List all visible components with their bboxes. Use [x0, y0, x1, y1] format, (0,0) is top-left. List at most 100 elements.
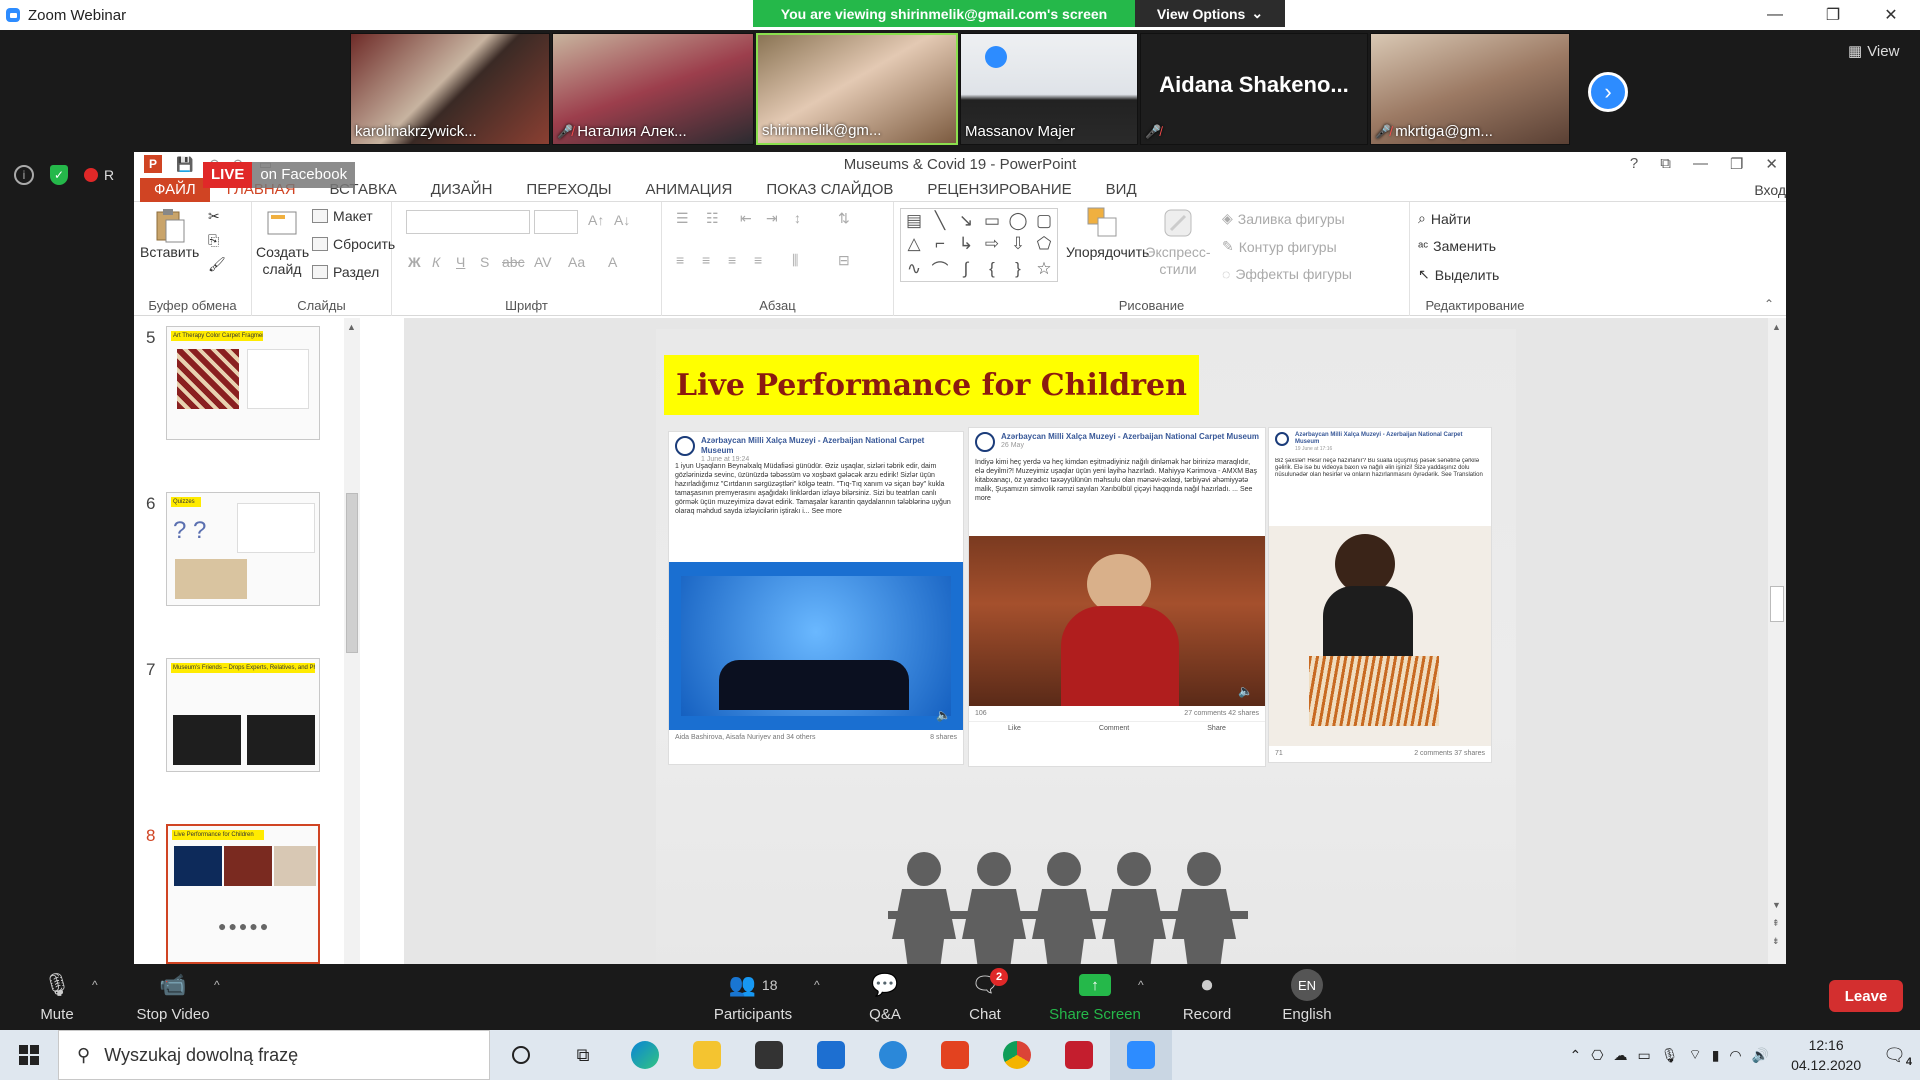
volume-icon[interactable]: 🔊 — [1752, 1047, 1769, 1064]
char-spacing-icon[interactable]: AV — [534, 254, 552, 270]
help-button[interactable]: ? — [1630, 155, 1638, 173]
store-icon[interactable] — [738, 1030, 800, 1080]
scroll-up-icon[interactable]: ▲ — [1772, 322, 1781, 332]
align-right-icon[interactable]: ≡ — [728, 252, 736, 268]
grow-font-icon[interactable]: A↑ — [588, 212, 604, 228]
slide-title[interactable]: Live Performance for Children — [664, 355, 1199, 415]
curve-shape-icon[interactable]: ∿ — [901, 256, 927, 281]
scrollbar-thumb[interactable] — [346, 493, 358, 653]
usb-icon[interactable]: ⎔ — [1591, 1047, 1603, 1064]
text-direction-icon[interactable]: ⇅ — [838, 210, 850, 227]
participant-video-tile[interactable]: 🎤̸ mkrtiga@gm... — [1370, 33, 1570, 145]
elbow-connector-icon[interactable]: ⌐ — [927, 233, 953, 257]
star-shape-icon[interactable]: ☆ — [1031, 256, 1057, 281]
participant-video-tile[interactable]: Aidana Shakeno... 🎤̸ — [1140, 33, 1368, 145]
onedrive-icon[interactable]: ☁ — [1614, 1047, 1628, 1064]
audio-options-caret-icon[interactable]: ^ — [92, 978, 98, 992]
meet-now-icon[interactable]: ▭ — [1638, 1047, 1651, 1064]
shape-outline-button[interactable]: ✎ Контур фигуры — [1222, 238, 1337, 255]
select-button[interactable]: ↖ Выделить — [1418, 266, 1499, 283]
leave-button[interactable]: Leave — [1829, 980, 1903, 1012]
slide-canvas[interactable]: Live Performance for Children Azərbaycan… — [656, 329, 1516, 964]
shapes-gallery[interactable]: ▤ ╲ ↘ ▭ ◯ ▢ △ ⌐ ↳ ⇨ ⇩ ⬠ ∿ ⌒ ∫{} ☆ — [900, 208, 1058, 282]
network-icon[interactable]: ⌔ — [1689, 1046, 1702, 1064]
zoom-taskbar-icon[interactable] — [1110, 1030, 1172, 1080]
slide-thumbnail[interactable]: Art Therapy Color Carpet Fragment — [166, 326, 320, 440]
right-brace-icon[interactable]: } — [1005, 256, 1031, 281]
section-button[interactable]: Раздел — [312, 264, 379, 280]
numbering-icon[interactable]: ☷ — [706, 210, 719, 227]
share-screen-button[interactable]: ↑ Share Screen — [1040, 970, 1150, 1023]
bent-arrow-icon[interactable]: ↳ — [953, 233, 979, 257]
decrease-indent-icon[interactable]: ⇤ — [740, 210, 752, 227]
scrollbar-thumb[interactable] — [1770, 586, 1784, 622]
sign-in-link[interactable]: Вход — [1754, 182, 1786, 198]
justify-icon[interactable]: ≡ — [754, 252, 762, 268]
columns-icon[interactable]: ⫼ — [792, 252, 798, 269]
align-center-icon[interactable]: ≡ — [702, 252, 710, 268]
start-button[interactable] — [0, 1030, 58, 1080]
video-options-caret-icon[interactable]: ^ — [214, 978, 220, 992]
arc-shape-icon[interactable]: ⌒ — [927, 256, 953, 281]
next-slide-icon[interactable]: ⇟ — [1772, 936, 1780, 947]
shrink-font-icon[interactable]: A↓ — [614, 212, 630, 228]
cortana-icon[interactable] — [490, 1030, 552, 1080]
restore-button[interactable]: ❐ — [1730, 155, 1743, 173]
minimize-button[interactable]: — — [1693, 155, 1708, 173]
underline-icon[interactable]: Ч — [456, 254, 465, 270]
close-button[interactable]: ✕ — [1765, 155, 1778, 173]
restore-button[interactable]: ❐ — [1804, 0, 1862, 30]
oval-shape-icon[interactable]: ◯ — [1005, 209, 1031, 233]
record-button[interactable]: ⏺ Record — [1152, 970, 1262, 1023]
layout-button[interactable]: Макет — [312, 208, 373, 224]
align-left-icon[interactable]: ≡ — [676, 252, 684, 268]
taskbar-search-input[interactable]: ⚲ Wyszukaj dowolną frazę — [58, 1030, 490, 1080]
scroll-up-icon[interactable]: ▲ — [347, 322, 356, 332]
wifi-icon[interactable]: ◠ — [1729, 1047, 1741, 1064]
microphone-icon[interactable]: 🎙 — [1661, 1047, 1679, 1064]
show-hidden-icons-icon[interactable]: ⌃ — [1570, 1047, 1582, 1064]
chrome-icon[interactable] — [986, 1030, 1048, 1080]
textbox-shape-icon[interactable]: ▤ — [901, 209, 927, 233]
font-family-select[interactable] — [406, 210, 530, 234]
slide-thumbnail-selected[interactable]: Live Performance for Children ●●●●● — [166, 824, 320, 964]
security-shield-icon[interactable]: ✓ — [50, 165, 68, 185]
down-arrow-shape-icon[interactable]: ⇩ — [1005, 233, 1031, 257]
new-slide-button[interactable]: Создать слайд — [256, 206, 309, 278]
task-view-icon[interactable]: ⧉ — [552, 1030, 614, 1080]
view-button[interactable]: ▦ View — [1848, 42, 1899, 61]
font-size-select[interactable] — [534, 210, 578, 234]
minimize-button[interactable]: — — [1746, 0, 1804, 30]
font-color-icon[interactable]: A — [608, 254, 617, 270]
reset-button[interactable]: Сбросить — [312, 236, 395, 252]
italic-icon[interactable]: К — [432, 254, 440, 270]
language-button[interactable]: EN English — [1252, 969, 1362, 1023]
tab-animations[interactable]: АНИМАЦИЯ — [629, 178, 750, 202]
close-button[interactable]: ✕ — [1862, 0, 1920, 30]
freeform-shape-icon[interactable]: ∫ — [953, 256, 979, 281]
collapse-ribbon-icon[interactable]: ⌃ — [1764, 297, 1774, 311]
battery-icon[interactable]: ▮ — [1712, 1047, 1720, 1064]
participant-video-tile[interactable]: karolinakrzywick... — [350, 33, 550, 145]
left-brace-icon[interactable]: { — [979, 256, 1005, 281]
stop-video-button[interactable]: 📹 Stop Video — [118, 970, 228, 1023]
info-icon[interactable]: i — [14, 165, 34, 185]
share-options-caret-icon[interactable]: ^ — [1138, 978, 1144, 992]
participants-options-caret-icon[interactable]: ^ — [814, 978, 820, 992]
tab-view[interactable]: ВИД — [1089, 178, 1154, 202]
arrange-button[interactable]: Упорядочить — [1066, 206, 1149, 261]
shape-fill-button[interactable]: ◈ Заливка фигуры — [1222, 210, 1345, 227]
file-explorer-icon[interactable] — [676, 1030, 738, 1080]
view-options-button[interactable]: View Options ⌄ — [1135, 0, 1285, 27]
mail-icon[interactable] — [800, 1030, 862, 1080]
change-case-icon[interactable]: Aa — [568, 254, 585, 270]
slide-thumbnail[interactable]: Quizzes ? ? — [166, 492, 320, 606]
participants-button[interactable]: 👥 18 Participants — [698, 970, 808, 1023]
qa-button[interactable]: 💬 Q&A — [830, 970, 940, 1023]
tab-slideshow[interactable]: ПОКАЗ СЛАЙДОВ — [749, 178, 910, 202]
scroll-down-icon[interactable]: ▼ — [1772, 900, 1781, 910]
arrow-line-shape-icon[interactable]: ↘ — [953, 209, 979, 233]
slide-thumbnail[interactable]: Museum's Friends – Drops Experts, Relati… — [166, 658, 320, 772]
tab-transitions[interactable]: ПЕРЕХОДЫ — [509, 178, 628, 202]
tab-file[interactable]: ФАЙЛ — [140, 177, 210, 202]
